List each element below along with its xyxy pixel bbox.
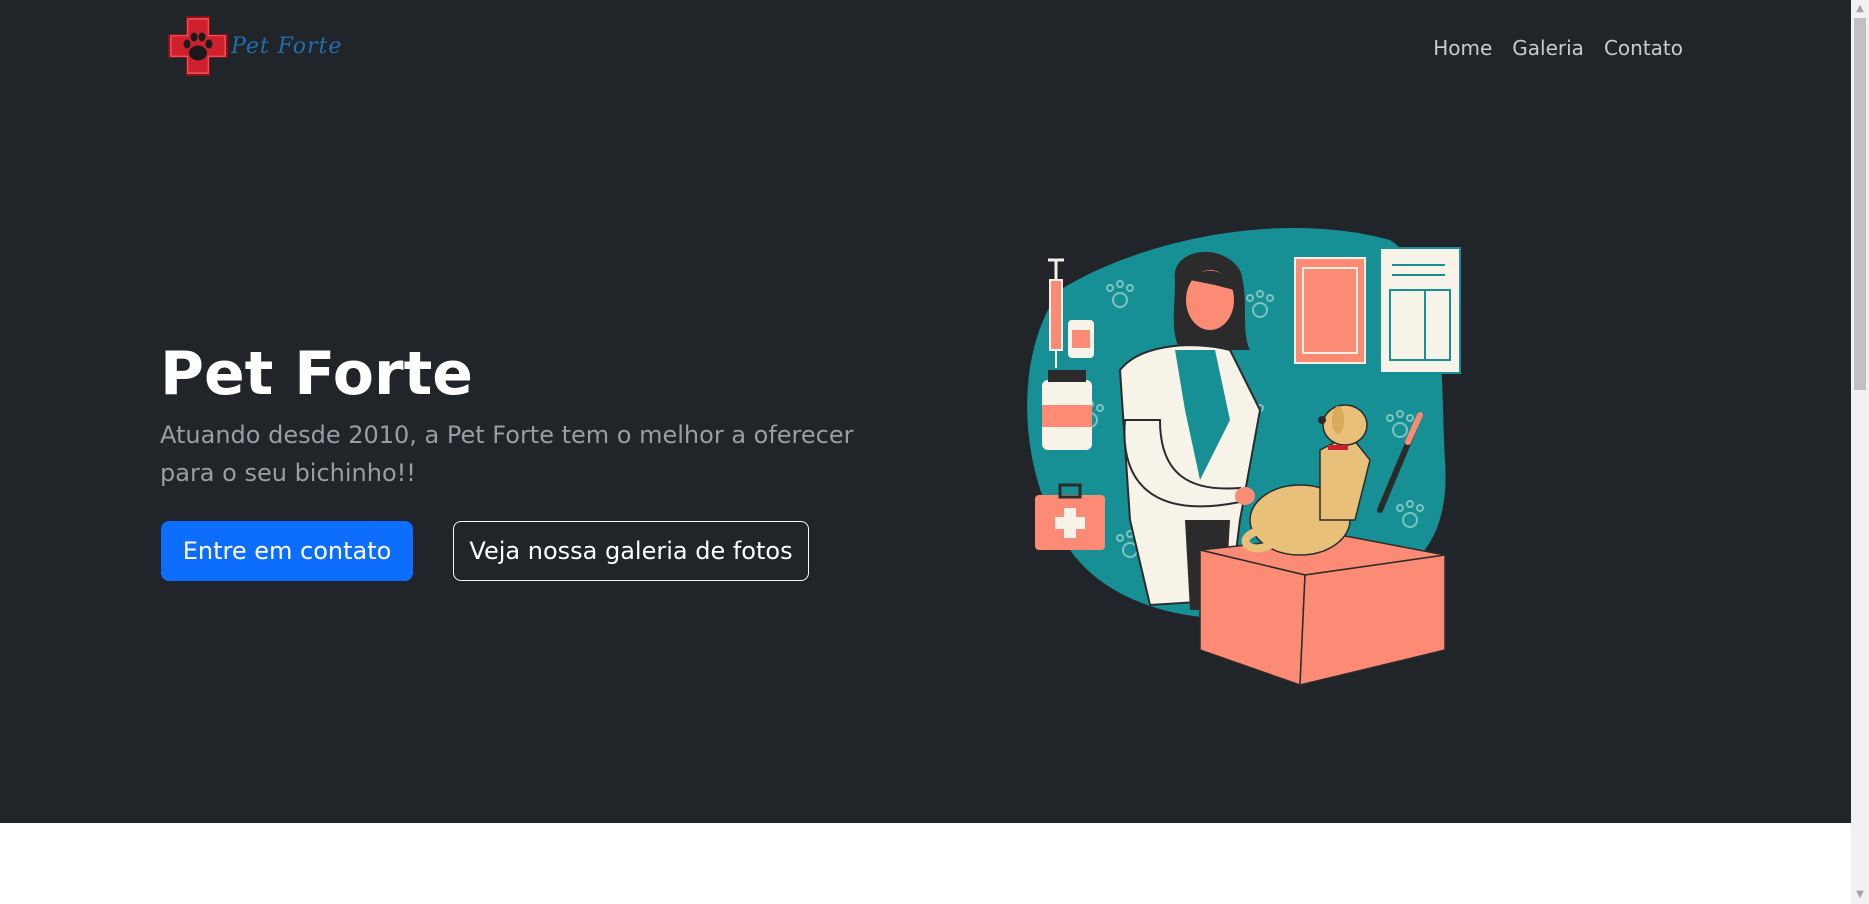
brand-name: Pet Forte bbox=[231, 33, 343, 59]
hero-title: Pet Forte bbox=[160, 339, 473, 409]
hero-lead: Atuando desde 2010, a Pet Forte tem o me… bbox=[160, 421, 854, 487]
next-section bbox=[0, 823, 1851, 904]
hero-section: Pet Forte Home Galeria Contato Pet Forte… bbox=[0, 0, 1851, 823]
main-nav: Home Galeria Contato bbox=[1433, 36, 1683, 60]
chevron-up-icon[interactable]: ▲ bbox=[1851, 0, 1869, 18]
brand-logo-link[interactable]: Pet Forte bbox=[167, 14, 347, 78]
vet-with-dog-illustration-icon bbox=[1027, 228, 1461, 687]
scrollbar-thumb[interactable] bbox=[1854, 18, 1866, 390]
gallery-button[interactable]: Veja nossa galeria de fotos bbox=[453, 521, 809, 581]
paw-cross-logo-icon bbox=[168, 16, 228, 76]
chevron-down-icon[interactable]: ▼ bbox=[1851, 886, 1869, 904]
nav-item-home[interactable]: Home bbox=[1433, 36, 1492, 60]
contact-button[interactable]: Entre em contato bbox=[161, 521, 413, 581]
page: Pet Forte Home Galeria Contato Pet Forte… bbox=[0, 0, 1869, 904]
nav-item-galeria[interactable]: Galeria bbox=[1512, 36, 1584, 60]
nav-item-contato[interactable]: Contato bbox=[1604, 36, 1683, 60]
page-scrollbar[interactable]: ▲ ▼ bbox=[1851, 0, 1869, 904]
